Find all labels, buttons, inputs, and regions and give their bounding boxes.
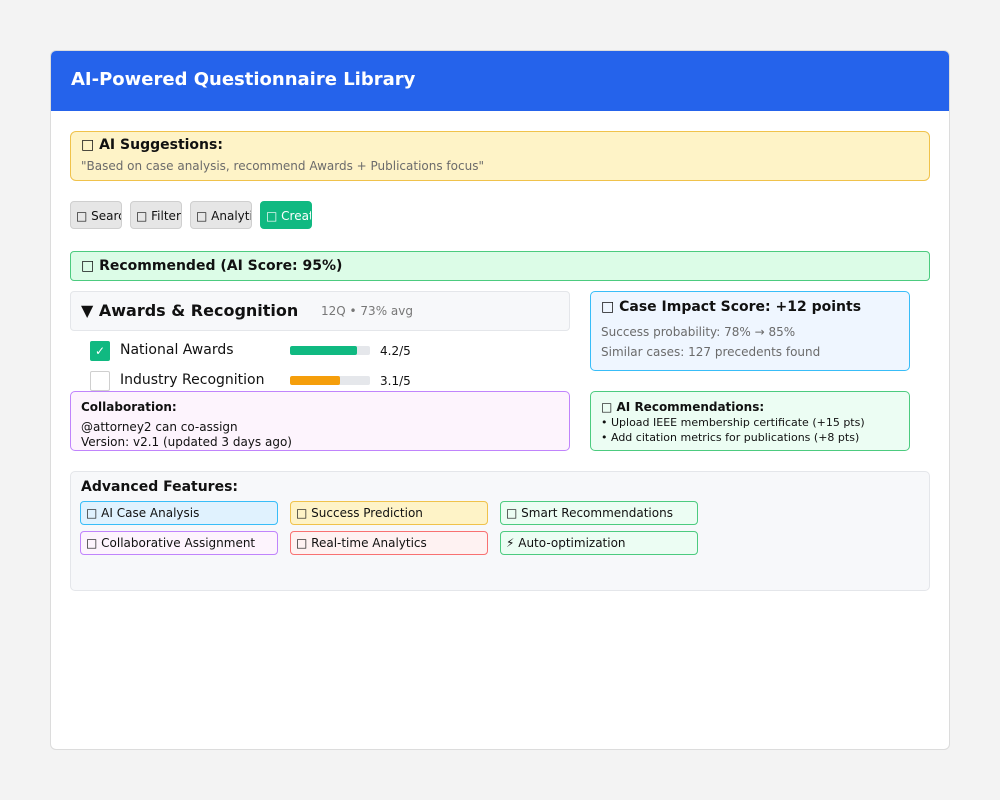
recommended-banner: □ Recommended (AI Score: 95%) (70, 251, 930, 281)
filter-button[interactable]: □ Filter (130, 201, 182, 229)
feature-chip-success-prediction[interactable]: □ Success Prediction (290, 501, 488, 525)
ai-recommendations-card: □ AI Recommendations: • Upload IEEE memb… (590, 391, 910, 451)
feature-chip-real-time-analytics[interactable]: □ Real-time Analytics (290, 531, 488, 555)
national-awards-score-fill (290, 346, 358, 355)
feature-chip-smart-recommendations[interactable]: □ Smart Recommendations (500, 501, 698, 525)
national-awards-score-bar (290, 346, 370, 355)
similar-cases: Similar cases: 127 precedents found (601, 345, 821, 359)
case-impact-card: □ Case Impact Score: +12 points Success … (590, 291, 910, 371)
category-meta: 12Q • 73% avg (321, 304, 413, 318)
industry-recognition-label: Industry Recognition (120, 372, 265, 388)
ai-suggestions-text: "Based on case analysis, recommend Award… (81, 159, 484, 173)
analytics-button[interactable]: □ Analytics (190, 201, 252, 229)
feature-chip-ai-case-analysis[interactable]: □ AI Case Analysis (80, 501, 278, 525)
category-header-awards[interactable]: ▼ Awards & Recognition 12Q • 73% avg (70, 291, 570, 331)
national-awards-checkbox[interactable]: ✓ (90, 341, 110, 361)
ai-recommendation-item: • Upload IEEE membership certificate (+1… (601, 416, 865, 429)
advanced-features-title: Advanced Features: (81, 479, 239, 495)
collaboration-card: Collaboration: @attorney2 can co-assign … (70, 391, 570, 451)
header-bar: AI-Powered Questionnaire Library (51, 51, 949, 111)
category-title: ▼ Awards & Recognition (81, 301, 299, 320)
co-assign-text: @attorney2 can co-assign (81, 420, 238, 434)
recommended-label: □ Recommended (AI Score: 95%) (81, 258, 343, 274)
search-button[interactable]: □ Search (70, 201, 122, 229)
version-text: Version: v2.1 (updated 3 days ago) (81, 435, 292, 449)
collaboration-title: Collaboration: (81, 400, 177, 414)
national-awards-rating: 4.2/5 (380, 344, 411, 358)
advanced-features-section: Advanced Features: □ AI Case Analysis □ … (70, 471, 930, 591)
industry-recognition-checkbox[interactable] (90, 371, 110, 391)
industry-recognition-score-fill (290, 376, 340, 385)
page-title: AI-Powered Questionnaire Library (71, 69, 416, 90)
ai-suggestions-banner: □ AI Suggestions: "Based on case analysi… (70, 131, 930, 181)
industry-recognition-rating: 3.1/5 (380, 374, 411, 388)
industry-recognition-score-bar (290, 376, 370, 385)
national-awards-label: National Awards (120, 342, 234, 358)
case-impact-title: □ Case Impact Score: +12 points (601, 299, 862, 315)
questionnaire-library-panel: AI-Powered Questionnaire Library □ AI Su… (50, 50, 950, 750)
feature-chip-collaborative-assignment[interactable]: □ Collaborative Assignment (80, 531, 278, 555)
success-probability: Success probability: 78% → 85% (601, 325, 796, 339)
feature-chip-auto-optimization[interactable]: ⚡ Auto-optimization (500, 531, 698, 555)
ai-suggestions-title: □ AI Suggestions: (81, 137, 223, 153)
ai-recommendation-item: • Add citation metrics for publications … (601, 431, 860, 444)
create-button[interactable]: □ Create (260, 201, 312, 229)
ai-recommendations-title: □ AI Recommendations: (601, 400, 765, 414)
